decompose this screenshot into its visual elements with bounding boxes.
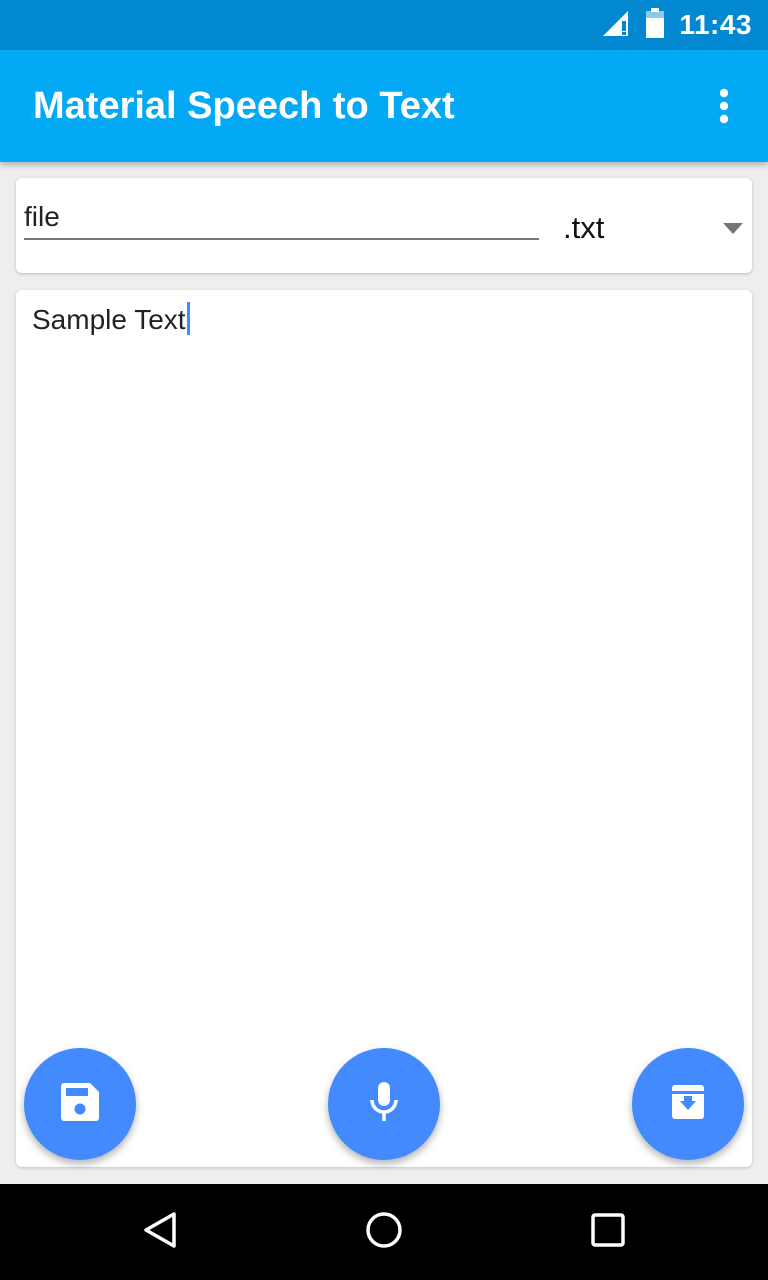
save-button[interactable]	[24, 1048, 136, 1160]
dropdown-arrow-icon	[723, 222, 743, 240]
text-cursor	[186, 302, 190, 335]
editor-text: Sample Text	[32, 304, 186, 335]
overflow-menu-button[interactable]	[700, 84, 748, 132]
save-icon	[61, 1082, 99, 1126]
home-icon	[364, 1210, 404, 1255]
editor-card: Sample Text	[16, 290, 752, 1167]
home-button[interactable]	[350, 1198, 418, 1266]
back-icon	[140, 1210, 180, 1255]
app-title: Material Speech to Text	[33, 85, 455, 127]
signal-icon	[601, 9, 631, 42]
extension-value: .txt	[563, 210, 605, 245]
battery-icon	[645, 7, 665, 43]
speech-text-area[interactable]: Sample Text	[32, 302, 732, 337]
extension-dropdown[interactable]: .txt	[563, 204, 743, 254]
mic-icon	[369, 1081, 399, 1127]
archive-download-button[interactable]	[632, 1048, 744, 1160]
status-time: 11:43	[679, 9, 752, 40]
recents-icon	[588, 1210, 628, 1255]
more-vert-icon	[718, 88, 730, 129]
mic-button[interactable]	[328, 1048, 440, 1160]
app-bar: Material Speech to Text	[0, 50, 768, 162]
status-icons: 11:43	[601, 0, 752, 50]
filename-input[interactable]: file	[24, 198, 539, 240]
status-bar: 11:43	[0, 0, 768, 50]
back-button[interactable]	[126, 1198, 194, 1266]
file-card: file .txt	[16, 178, 752, 273]
recents-button[interactable]	[574, 1198, 642, 1266]
archive-download-icon	[669, 1083, 707, 1126]
navigation-bar	[0, 1184, 768, 1280]
